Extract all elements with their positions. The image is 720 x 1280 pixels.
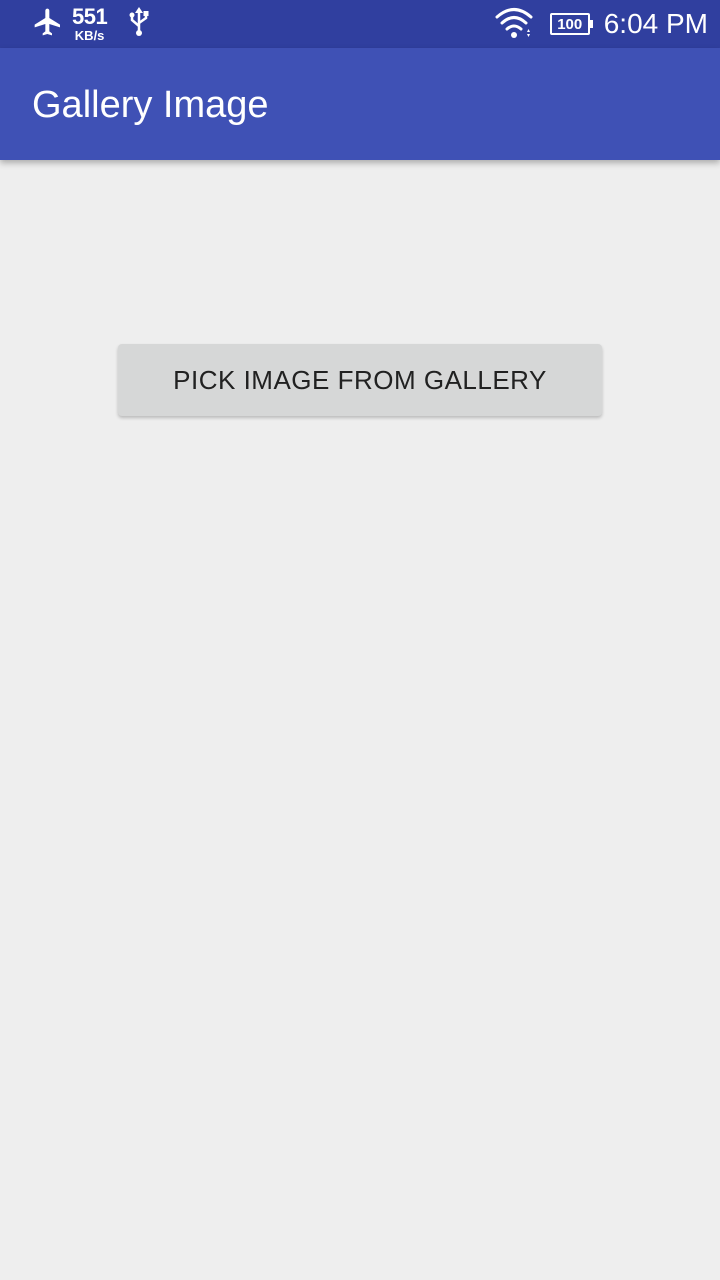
battery-level: 100: [557, 15, 583, 33]
status-bar-right: 100 6:04 PM: [494, 0, 708, 48]
wifi-icon: [494, 5, 534, 44]
page-title: Gallery Image: [32, 84, 269, 126]
usb-icon: [127, 6, 151, 43]
status-time: 6:04 PM: [603, 8, 708, 39]
airplane-icon: [32, 6, 64, 43]
status-bar: 551 KB/s 100 6:04 PM: [0, 0, 720, 48]
battery-icon: 100: [549, 13, 593, 35]
network-speed-unit: KB/s: [74, 28, 105, 43]
network-speed: 551 KB/s: [72, 4, 108, 43]
pick-image-button[interactable]: PICK IMAGE FROM GALLERY: [118, 344, 602, 416]
status-bar-left: 551 KB/s: [32, 0, 151, 48]
network-speed-value: 551: [72, 4, 108, 29]
app-bar: Gallery Image: [0, 48, 720, 160]
